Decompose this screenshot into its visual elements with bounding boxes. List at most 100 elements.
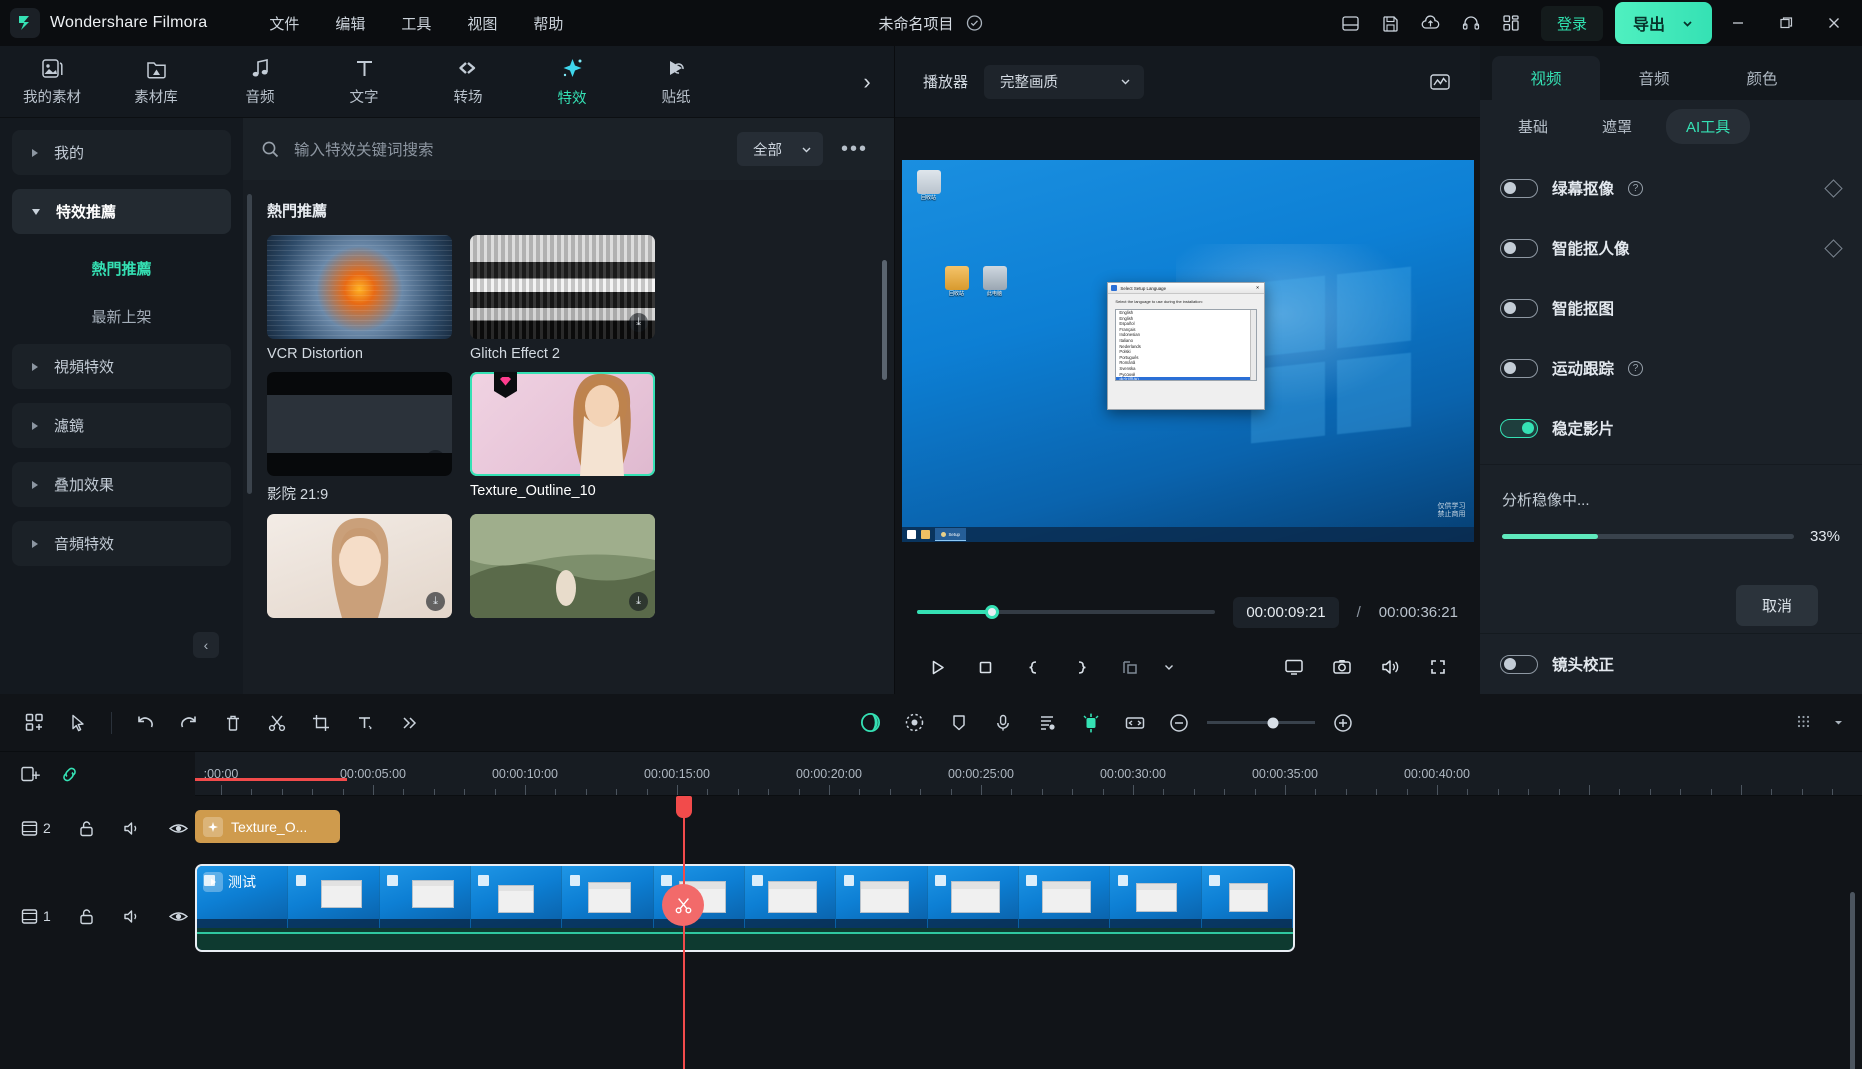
export-button[interactable]: 导出 (1614, 2, 1712, 44)
speaker-icon[interactable] (122, 819, 142, 838)
search-input[interactable]: 输入特效关键词搜索 (261, 138, 723, 160)
tab-stickers[interactable]: 贴纸 (624, 46, 728, 118)
category-video-effects[interactable]: 視頻特效 (12, 344, 231, 389)
category-filters[interactable]: 濾鏡 (12, 403, 231, 448)
keyframe-diamond-icon[interactable] (1824, 178, 1843, 198)
more-tools-button[interactable] (389, 705, 429, 741)
keyframe-button[interactable] (1071, 705, 1111, 741)
smart-cutout-toggle[interactable] (1500, 298, 1538, 318)
current-timecode[interactable]: 00:00:09:21 (1233, 596, 1339, 628)
redo-button[interactable] (169, 705, 209, 741)
effects-filter-select[interactable]: 全部 (736, 132, 823, 166)
add-text-button[interactable] (345, 705, 385, 741)
fit-timeline-button[interactable] (1115, 705, 1155, 741)
zoom-slider-handle[interactable] (1267, 717, 1279, 728)
effect-thumbnail[interactable]: ⤓ (470, 235, 655, 339)
login-button[interactable]: 登录 (1540, 5, 1603, 41)
timeline-clip-effect[interactable]: Texture_O... (195, 810, 340, 843)
effects-scrollbar[interactable] (882, 260, 887, 380)
category-audio-effects[interactable]: 音頻特效 (12, 521, 231, 566)
subtab-mask[interactable]: 遮罩 (1582, 109, 1652, 144)
mark-out-button[interactable] (1061, 650, 1101, 684)
timeline-ruler[interactable]: :00:00 00:00:05:00 00:00:10:00 00:00:15:… (195, 752, 1862, 796)
chevron-right-icon[interactable]: › (854, 62, 880, 102)
close-button[interactable] (1812, 0, 1856, 46)
project-name[interactable]: 未命名项目 (878, 13, 953, 34)
portrait-cutout-toggle[interactable] (1500, 238, 1538, 258)
more-horizontal-icon[interactable]: ••• (837, 138, 872, 161)
snapshot-button[interactable] (1322, 650, 1362, 684)
lock-open-icon[interactable] (77, 819, 96, 838)
tab-audio[interactable]: 音频 (208, 46, 312, 118)
effect-item[interactable]: ⤓ 影院 21:9 (267, 372, 452, 504)
stabilization-toggle[interactable] (1500, 418, 1538, 438)
link-clips-button[interactable] (59, 764, 80, 785)
effect-thumbnail[interactable]: ⤓ (267, 372, 452, 476)
playhead-handle[interactable] (676, 796, 692, 818)
save-icon[interactable] (1373, 7, 1409, 39)
zoom-out-icon[interactable] (1159, 705, 1199, 741)
video-preview[interactable]: 回收站 回收站 此电脑 Select Setup Language ✕ Sele… (901, 160, 1474, 542)
play-button[interactable] (917, 650, 957, 684)
effect-thumbnail[interactable] (267, 235, 452, 339)
lens-correction-toggle[interactable] (1500, 654, 1538, 674)
eye-icon[interactable] (168, 907, 189, 926)
minimize-button[interactable] (1716, 0, 1760, 46)
add-track-button[interactable] (20, 764, 41, 785)
language-listbox[interactable]: English English Español Français Indones… (1115, 309, 1258, 382)
color-match-button[interactable] (851, 705, 891, 741)
track-body-2[interactable]: Texture_O... (195, 796, 1862, 860)
speed-button[interactable] (895, 705, 935, 741)
effect-item[interactable]: ⤓ Glitch Effect 2 (470, 235, 655, 362)
effect-item[interactable]: Texture_Outline_10 (470, 372, 655, 504)
tab-color[interactable]: 颜色 (1708, 56, 1816, 100)
help-icon[interactable]: ? (1628, 360, 1644, 376)
undo-button[interactable] (125, 705, 165, 741)
eye-icon[interactable] (168, 819, 189, 838)
subcategory-newest[interactable]: 最新上架 (12, 296, 231, 336)
maximize-button[interactable] (1764, 0, 1808, 46)
cancel-button[interactable]: 取消 (1735, 585, 1818, 626)
headset-support-icon[interactable] (1453, 7, 1489, 39)
subtab-ai-tools[interactable]: AI工具 (1666, 108, 1751, 144)
volume-button[interactable] (1370, 650, 1410, 684)
dialog-scrollbar[interactable] (1250, 310, 1257, 381)
keyframe-diamond-icon[interactable] (1824, 238, 1843, 258)
timeline-playhead[interactable] (676, 796, 692, 1069)
timeline-clip-video[interactable]: 测试 (195, 864, 1295, 952)
zoom-in-icon[interactable] (1323, 705, 1363, 741)
delete-button[interactable] (213, 705, 253, 741)
seek-handle[interactable] (984, 605, 999, 619)
template-button[interactable] (14, 705, 54, 741)
category-recommended[interactable]: 特效推薦 (12, 189, 231, 234)
chevron-down-icon[interactable] (1681, 17, 1694, 30)
help-icon[interactable]: ? (1628, 180, 1644, 196)
effect-item[interactable]: VCR Distortion (267, 235, 452, 362)
track-body-1[interactable]: 测试 (195, 860, 1862, 972)
effects-scrollbar-left[interactable] (247, 194, 252, 494)
player-quality-select[interactable]: 完整画质 (984, 64, 1145, 99)
menu-tools[interactable]: 工具 (383, 7, 449, 40)
cloud-upload-icon[interactable] (1413, 7, 1449, 39)
marker-button[interactable] (939, 705, 979, 741)
select-tool-button[interactable] (58, 705, 98, 741)
aspect-ratio-caret[interactable] (1157, 650, 1181, 684)
aspect-ratio-button[interactable] (1109, 650, 1149, 684)
display-button[interactable] (1274, 650, 1314, 684)
timeline-settings-button[interactable] (1784, 705, 1824, 741)
lock-open-icon[interactable] (77, 907, 96, 926)
effect-thumbnail[interactable] (470, 372, 655, 476)
effect-item[interactable]: ⤓ (267, 514, 452, 625)
effect-item[interactable]: ⤓ (470, 514, 655, 625)
download-icon[interactable]: ⤓ (629, 313, 648, 332)
download-icon[interactable]: ⤓ (629, 592, 648, 611)
tab-my-media[interactable]: 我的素材 (0, 46, 104, 118)
waveform-graph-icon[interactable] (1422, 66, 1458, 98)
audio-mixer-button[interactable] (1027, 705, 1067, 741)
menu-view[interactable]: 视图 (449, 7, 515, 40)
greenscreen-toggle[interactable] (1500, 178, 1538, 198)
menu-edit[interactable]: 编辑 (317, 7, 383, 40)
layout-icon[interactable] (1333, 7, 1369, 39)
category-overlays[interactable]: 叠加效果 (12, 462, 231, 507)
collapse-sidebar-button[interactable]: ‹ (193, 632, 219, 658)
